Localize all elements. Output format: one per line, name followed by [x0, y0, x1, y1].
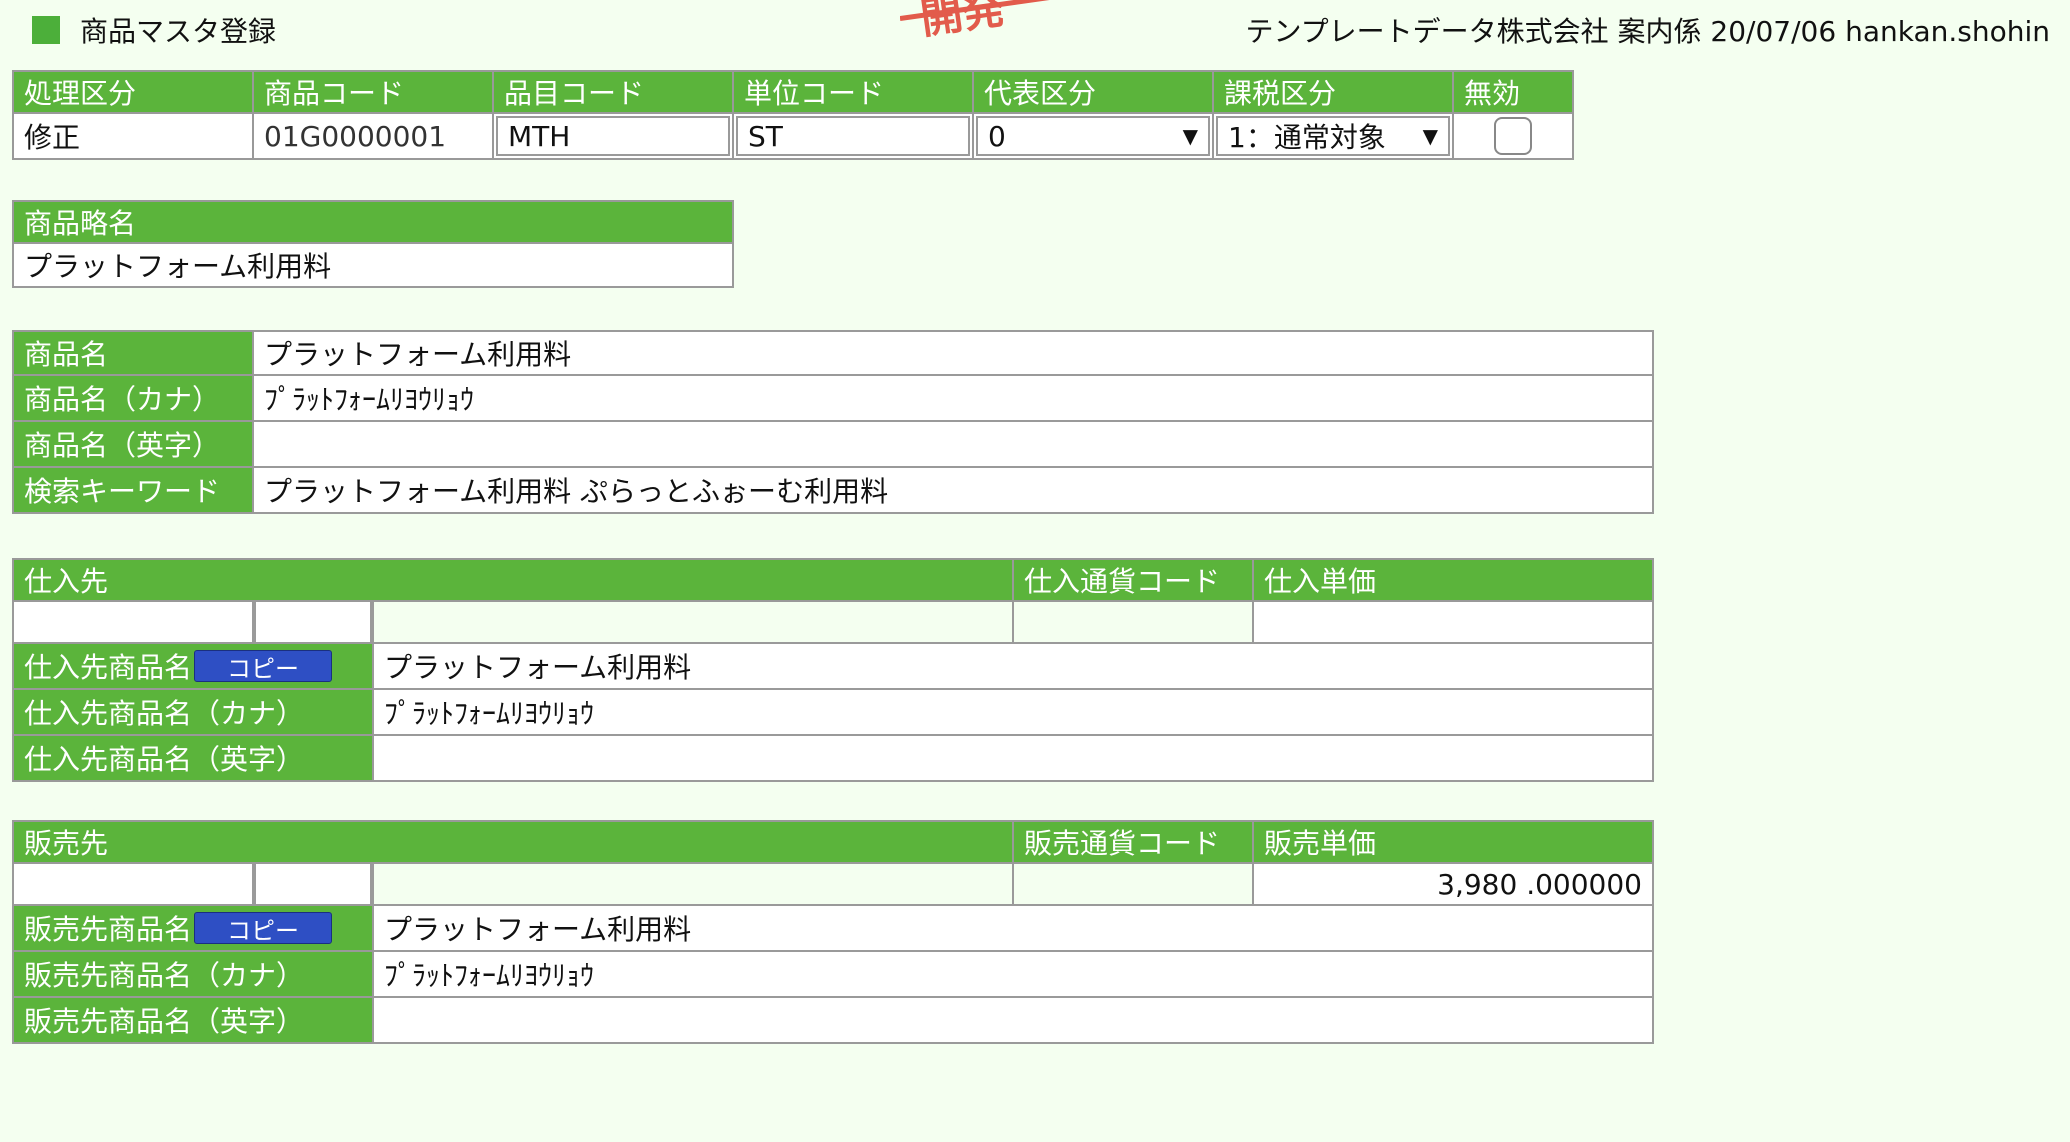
keyword-label: 検索キーワード	[12, 468, 254, 514]
supplier-price-header: 仕入単価	[1252, 558, 1654, 602]
customer-code2-input[interactable]	[254, 864, 372, 906]
supplier-item-name-input[interactable]: プラットフォーム利用料	[372, 644, 1654, 690]
supplier-item-name-label-text: 仕入先商品名	[24, 651, 193, 684]
customer-price-header: 販売単価	[1252, 820, 1654, 864]
customer-code1-input[interactable]	[12, 864, 254, 906]
supplier-kana-label: 仕入先商品名（カナ）	[12, 690, 374, 736]
invalid-checkbox[interactable]	[1494, 117, 1532, 155]
hdr-mode: 処理区分	[12, 70, 254, 114]
stamp-mark: 開発	[900, 0, 1110, 40]
supplier-name-display	[372, 602, 1014, 644]
short-name-input[interactable]: プラットフォーム利用料	[12, 244, 734, 288]
hdr-item-code: 品目コード	[492, 70, 734, 114]
status-line: テンプレートデータ株式会社 案内係 20/07/06 hankan.shohin	[1245, 15, 2050, 48]
customer-copy-button[interactable]: コピー	[194, 912, 332, 945]
supplier-header: 仕入先	[12, 558, 1014, 602]
product-code-value: 01G0000001	[252, 114, 494, 160]
name-input[interactable]: プラットフォーム利用料	[252, 330, 1654, 376]
supplier-currency-header: 仕入通貨コード	[1012, 558, 1254, 602]
unit-code-input[interactable]: ST	[736, 116, 970, 156]
name-label: 商品名	[12, 330, 254, 376]
supplier-price-input[interactable]	[1252, 602, 1654, 644]
customer-header: 販売先	[12, 820, 1014, 864]
supplier-currency-display	[1012, 602, 1254, 644]
short-name-label: 商品略名	[12, 200, 734, 244]
name-en-label: 商品名（英字）	[12, 422, 254, 468]
customer-en-input[interactable]	[372, 998, 1654, 1044]
supplier-copy-button[interactable]: コピー	[194, 650, 332, 683]
tax-category-value: 1：通常対象	[1228, 121, 1386, 154]
name-kana-label: 商品名（カナ）	[12, 376, 254, 422]
customer-price-input[interactable]: 3,980 .000000	[1252, 864, 1654, 906]
dropdown-arrow-icon: ▼	[1422, 124, 1438, 148]
customer-currency-header: 販売通貨コード	[1012, 820, 1254, 864]
customer-currency-display	[1012, 864, 1254, 906]
rep-category-select[interactable]: 0 ▼	[976, 116, 1210, 156]
name-kana-input[interactable]: ﾌﾟﾗｯﾄﾌｫｰﾑﾘﾖｳﾘｮｳ	[252, 376, 1654, 422]
hdr-tax-category: 課税区分	[1212, 70, 1454, 114]
item-code-input[interactable]: MTH	[496, 116, 730, 156]
invalid-cell	[1452, 114, 1574, 160]
mode-value: 修正	[12, 114, 254, 160]
hdr-rep-category: 代表区分	[972, 70, 1214, 114]
hdr-unit-code: 単位コード	[732, 70, 974, 114]
rep-category-value: 0	[988, 119, 1006, 153]
customer-kana-label: 販売先商品名（カナ）	[12, 952, 374, 998]
hdr-invalid: 無効	[1452, 70, 1574, 114]
hdr-product-code: 商品コード	[252, 70, 494, 114]
customer-item-name-label-text: 販売先商品名	[24, 913, 193, 946]
name-en-input[interactable]	[252, 422, 1654, 468]
page-title: 商品マスタ登録	[80, 15, 277, 48]
supplier-en-label: 仕入先商品名（英字）	[12, 736, 374, 782]
supplier-code2-input[interactable]	[254, 602, 372, 644]
tax-category-select[interactable]: 1：通常対象 ▼	[1216, 116, 1450, 156]
customer-kana-input[interactable]: ﾌﾟﾗｯﾄﾌｫｰﾑﾘﾖｳﾘｮｳ	[372, 952, 1654, 998]
customer-name-display	[372, 864, 1014, 906]
customer-item-name-input[interactable]: プラットフォーム利用料	[372, 906, 1654, 952]
supplier-code1-input[interactable]	[12, 602, 254, 644]
customer-en-label: 販売先商品名（英字）	[12, 998, 374, 1044]
dropdown-arrow-icon: ▼	[1182, 124, 1198, 148]
supplier-kana-input[interactable]: ﾌﾟﾗｯﾄﾌｫｰﾑﾘﾖｳﾘｮｳ	[372, 690, 1654, 736]
supplier-en-input[interactable]	[372, 736, 1654, 782]
title-square-icon	[32, 16, 60, 44]
keyword-input[interactable]: プラットフォーム利用料 ぷらっとふぉーむ利用料	[252, 468, 1654, 514]
